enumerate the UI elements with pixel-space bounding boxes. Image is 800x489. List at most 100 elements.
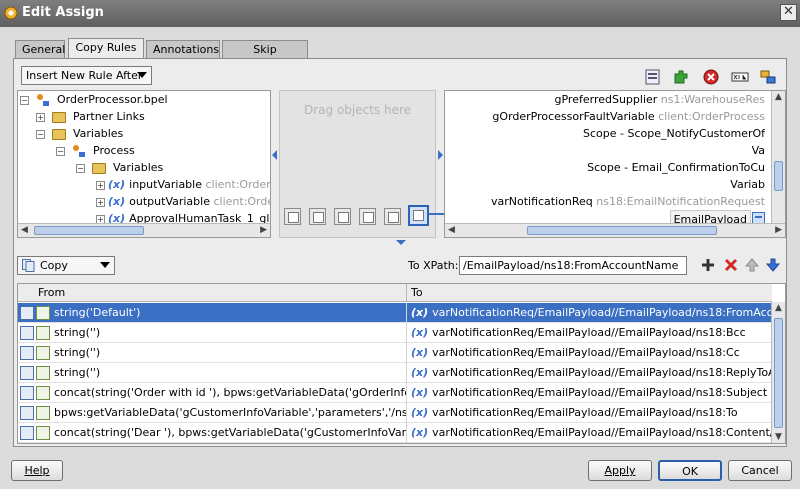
copy-rule-icon [20, 426, 34, 440]
remove-icon[interactable] [723, 257, 739, 273]
xml-icon[interactable] [731, 68, 749, 86]
variable-icon: (x) [411, 386, 429, 399]
source-h-scrollbar[interactable]: ◀ ▶ [18, 223, 270, 237]
scroll-up-icon[interactable]: ▲ [775, 92, 782, 102]
insert-rule-dropdown[interactable]: Insert New Rule After [21, 66, 152, 85]
add-icon[interactable] [700, 257, 716, 273]
collapse-icon[interactable]: − [56, 146, 65, 156]
tree-root[interactable]: − OrderProcessor.bpel [20, 91, 168, 108]
variable-icon: (x) [108, 195, 126, 208]
close-button[interactable]: ✕ [780, 4, 797, 21]
expression-icon [36, 386, 50, 400]
tree-item-partner-links[interactable]: + Partner Links [36, 108, 145, 125]
tab-annotations[interactable]: Annotations [146, 40, 220, 59]
scroll-left-icon[interactable]: ◀ [448, 225, 455, 235]
target-item[interactable]: gPreferredSupplier ns1:WarehouseRes [555, 91, 766, 108]
mapping-canvas[interactable]: Drag objects here [279, 90, 436, 238]
scroll-right-icon[interactable]: ▶ [260, 225, 267, 235]
tree-var-input[interactable]: +(x)inputVariable client:OrderPr [96, 176, 270, 193]
ok-button[interactable]: OK [658, 460, 722, 481]
table-row[interactable]: concat(string('Order with id '), bpws:ge… [18, 383, 772, 403]
table-row[interactable]: string('Default') (x) varNotificationReq/… [18, 303, 772, 323]
swap-icon[interactable] [759, 68, 777, 86]
scroll-right-icon[interactable]: ▶ [775, 225, 782, 235]
collapse-icon[interactable]: − [36, 129, 45, 139]
function-icon[interactable] [334, 208, 351, 225]
app-icon [4, 6, 18, 20]
target-item[interactable]: gOrderProcessorFaultVariable client:Orde… [492, 108, 765, 125]
target-h-scrollbar[interactable]: ◀ ▶ [445, 223, 785, 237]
variable-icon: (x) [411, 406, 429, 419]
target-item[interactable]: Scope - Scope_NotifyCustomerOf [583, 125, 765, 142]
collapse-icon[interactable]: − [20, 95, 29, 105]
delete-icon[interactable] [702, 68, 720, 86]
table-v-scrollbar[interactable]: ▲ ▼ [771, 302, 785, 443]
target-item[interactable]: Va [752, 142, 765, 159]
target-item[interactable]: Variab [730, 176, 765, 193]
collapse-down-icon[interactable] [396, 240, 406, 245]
copy-rules-table[interactable]: From To string('Default') (x) varNotifica… [17, 283, 786, 444]
move-up-icon[interactable] [745, 257, 759, 273]
tab-skip-condition[interactable]: Skip Condition [222, 40, 308, 69]
collapse-icon[interactable]: − [76, 163, 85, 173]
expression-icon [36, 426, 50, 440]
puzzle-icon[interactable] [672, 68, 690, 86]
tab-copy-rules[interactable]: Copy Rules [68, 38, 144, 59]
function-icon[interactable] [284, 208, 301, 225]
column-header-from[interactable]: From [18, 284, 406, 302]
expand-icon[interactable]: + [96, 180, 105, 190]
variable-icon: (x) [411, 326, 429, 339]
folder-icon [51, 111, 66, 123]
window-title: Edit Assign [22, 5, 104, 20]
expression-icon [36, 326, 50, 340]
folder-open-icon [91, 162, 106, 174]
tree-item-process[interactable]: − Process [56, 142, 135, 159]
selected-function-icon[interactable] [408, 205, 429, 226]
copy-rule-icon [20, 366, 34, 380]
expression-icon [36, 346, 50, 360]
target-item-varnotificationreq[interactable]: varNotificationReq ns18:EmailNotificatio… [491, 193, 765, 210]
expression-icon[interactable] [644, 68, 662, 86]
operation-dropdown[interactable]: Copy [17, 256, 115, 275]
function-icon[interactable] [359, 208, 376, 225]
expand-icon[interactable]: + [96, 197, 105, 207]
scroll-thumb[interactable] [527, 226, 717, 235]
scroll-thumb[interactable] [774, 318, 783, 428]
variable-icon: (x) [411, 426, 429, 439]
tree-item-variables[interactable]: − Variables [36, 125, 123, 142]
scroll-thumb[interactable] [34, 226, 144, 235]
table-row[interactable]: bpws:getVariableData('gCustomerInfoVaria… [18, 403, 772, 423]
target-v-scrollbar[interactable]: ▲ [771, 91, 785, 223]
source-tree[interactable]: − OrderProcessor.bpel + Partner Links − … [17, 90, 271, 238]
scroll-thumb[interactable] [774, 161, 783, 191]
tree-var-output[interactable]: +(x)outputVariable client:OrderP [96, 193, 270, 210]
target-item[interactable]: Scope - Email_ConfirmationToCu [587, 159, 765, 176]
scroll-down-icon[interactable]: ▼ [775, 432, 782, 442]
xpath-input[interactable] [459, 256, 687, 275]
table-row[interactable]: concat(string('Dear '), bpws:getVariable… [18, 423, 772, 443]
target-tree[interactable]: gPreferredSupplier ns1:WarehouseRes gOrd… [444, 90, 786, 238]
copy-rule-icon [20, 306, 34, 320]
close-icon[interactable]: ✕ [783, 4, 794, 19]
move-down-icon[interactable] [766, 257, 780, 273]
collapse-right-icon[interactable] [438, 150, 443, 160]
variable-icon: (x) [108, 178, 126, 191]
apply-button[interactable]: Apply [588, 460, 652, 481]
expression-icon [36, 366, 50, 380]
function-icon[interactable] [309, 208, 326, 225]
cancel-button[interactable]: Cancel [728, 460, 792, 481]
tab-general[interactable]: General [15, 40, 65, 59]
table-row[interactable]: string('') (x) varNotificationReq/EmailPa… [18, 343, 772, 363]
scroll-left-icon[interactable]: ◀ [21, 225, 28, 235]
help-button[interactable]: Help [11, 460, 63, 481]
copy-rule-icon [20, 406, 34, 420]
collapse-left-icon[interactable] [272, 150, 277, 160]
column-header-to[interactable]: To [406, 284, 772, 302]
scroll-up-icon[interactable]: ▲ [775, 303, 782, 313]
table-row[interactable]: string('') (x) varNotificationReq/EmailPa… [18, 323, 772, 343]
function-icon[interactable] [384, 208, 401, 225]
folder-open-icon [51, 128, 66, 140]
tree-item-process-variables[interactable]: − Variables [76, 159, 163, 176]
table-row[interactable]: string('') (x) varNotificationReq/EmailPa… [18, 363, 772, 383]
expand-icon[interactable]: + [36, 112, 45, 122]
